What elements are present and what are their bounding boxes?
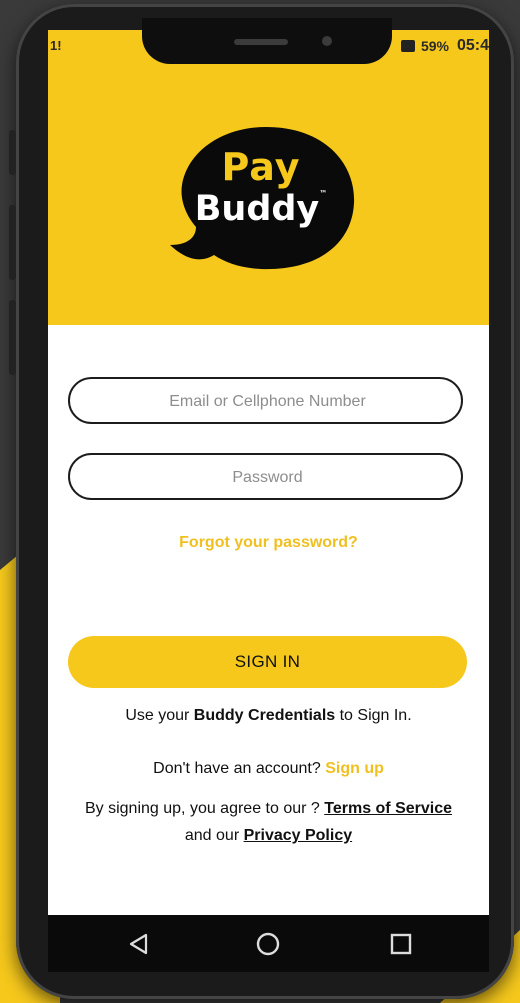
logo-buddy-text: Buddy — [194, 189, 320, 229]
password-input[interactable] — [70, 455, 465, 500]
logo-pay: Pay — [221, 145, 301, 189]
volume-button — [9, 205, 16, 280]
volume-button — [9, 130, 16, 175]
battery-icon — [400, 40, 415, 52]
recents-icon[interactable] — [386, 929, 416, 959]
legal-prefix: By signing up, you agree to our ? — [84, 800, 325, 817]
camera-notch — [142, 18, 392, 64]
credentials-suffix: to Sign In. — [335, 707, 412, 724]
legal-and: and our — [184, 827, 244, 844]
speaker-slot — [234, 39, 288, 45]
battery-level: 59% — [420, 38, 449, 54]
sign-in-button[interactable]: SIGN IN — [68, 636, 467, 688]
app-screen: 1! 59% 05:4 Pay Buddy™ Forgot your passw… — [48, 30, 489, 915]
email-field[interactable] — [68, 377, 465, 424]
signup-prompt: Don't have an account? Sign up — [48, 760, 489, 778]
home-icon[interactable] — [253, 929, 283, 959]
credentials-hint: Use your Buddy Credentials to Sign In. — [48, 707, 489, 725]
back-icon[interactable] — [124, 929, 154, 959]
logo-buddy: Buddy™ — [166, 189, 356, 229]
credentials-bold: Buddy Credentials — [193, 707, 336, 724]
power-button — [9, 300, 16, 375]
password-field[interactable] — [68, 453, 465, 500]
signup-prefix: Don't have an account? — [153, 760, 326, 777]
trademark: ™ — [319, 189, 328, 198]
credentials-prefix: Use your — [125, 707, 194, 724]
status-signal: 1! — [50, 38, 62, 53]
legal-line-2: and our Privacy Policy — [48, 827, 489, 845]
status-bar: 59% 05:4 — [400, 36, 489, 56]
navigation-bar — [48, 915, 489, 972]
terms-of-service-link[interactable]: Terms of Service — [324, 800, 452, 817]
header-banner: 1! 59% 05:4 Pay Buddy™ — [48, 30, 489, 325]
status-time: 05:4 — [456, 37, 489, 54]
forgot-password-link[interactable]: Forgot your password? — [48, 534, 489, 552]
legal-line-1: By signing up, you agree to our ? Terms … — [48, 800, 489, 818]
app-logo: Pay Buddy™ — [166, 125, 356, 275]
camera-icon — [322, 36, 332, 46]
privacy-policy-link[interactable]: Privacy Policy — [244, 827, 353, 844]
sign-up-link[interactable]: Sign up — [325, 760, 384, 777]
email-input[interactable] — [70, 379, 465, 424]
